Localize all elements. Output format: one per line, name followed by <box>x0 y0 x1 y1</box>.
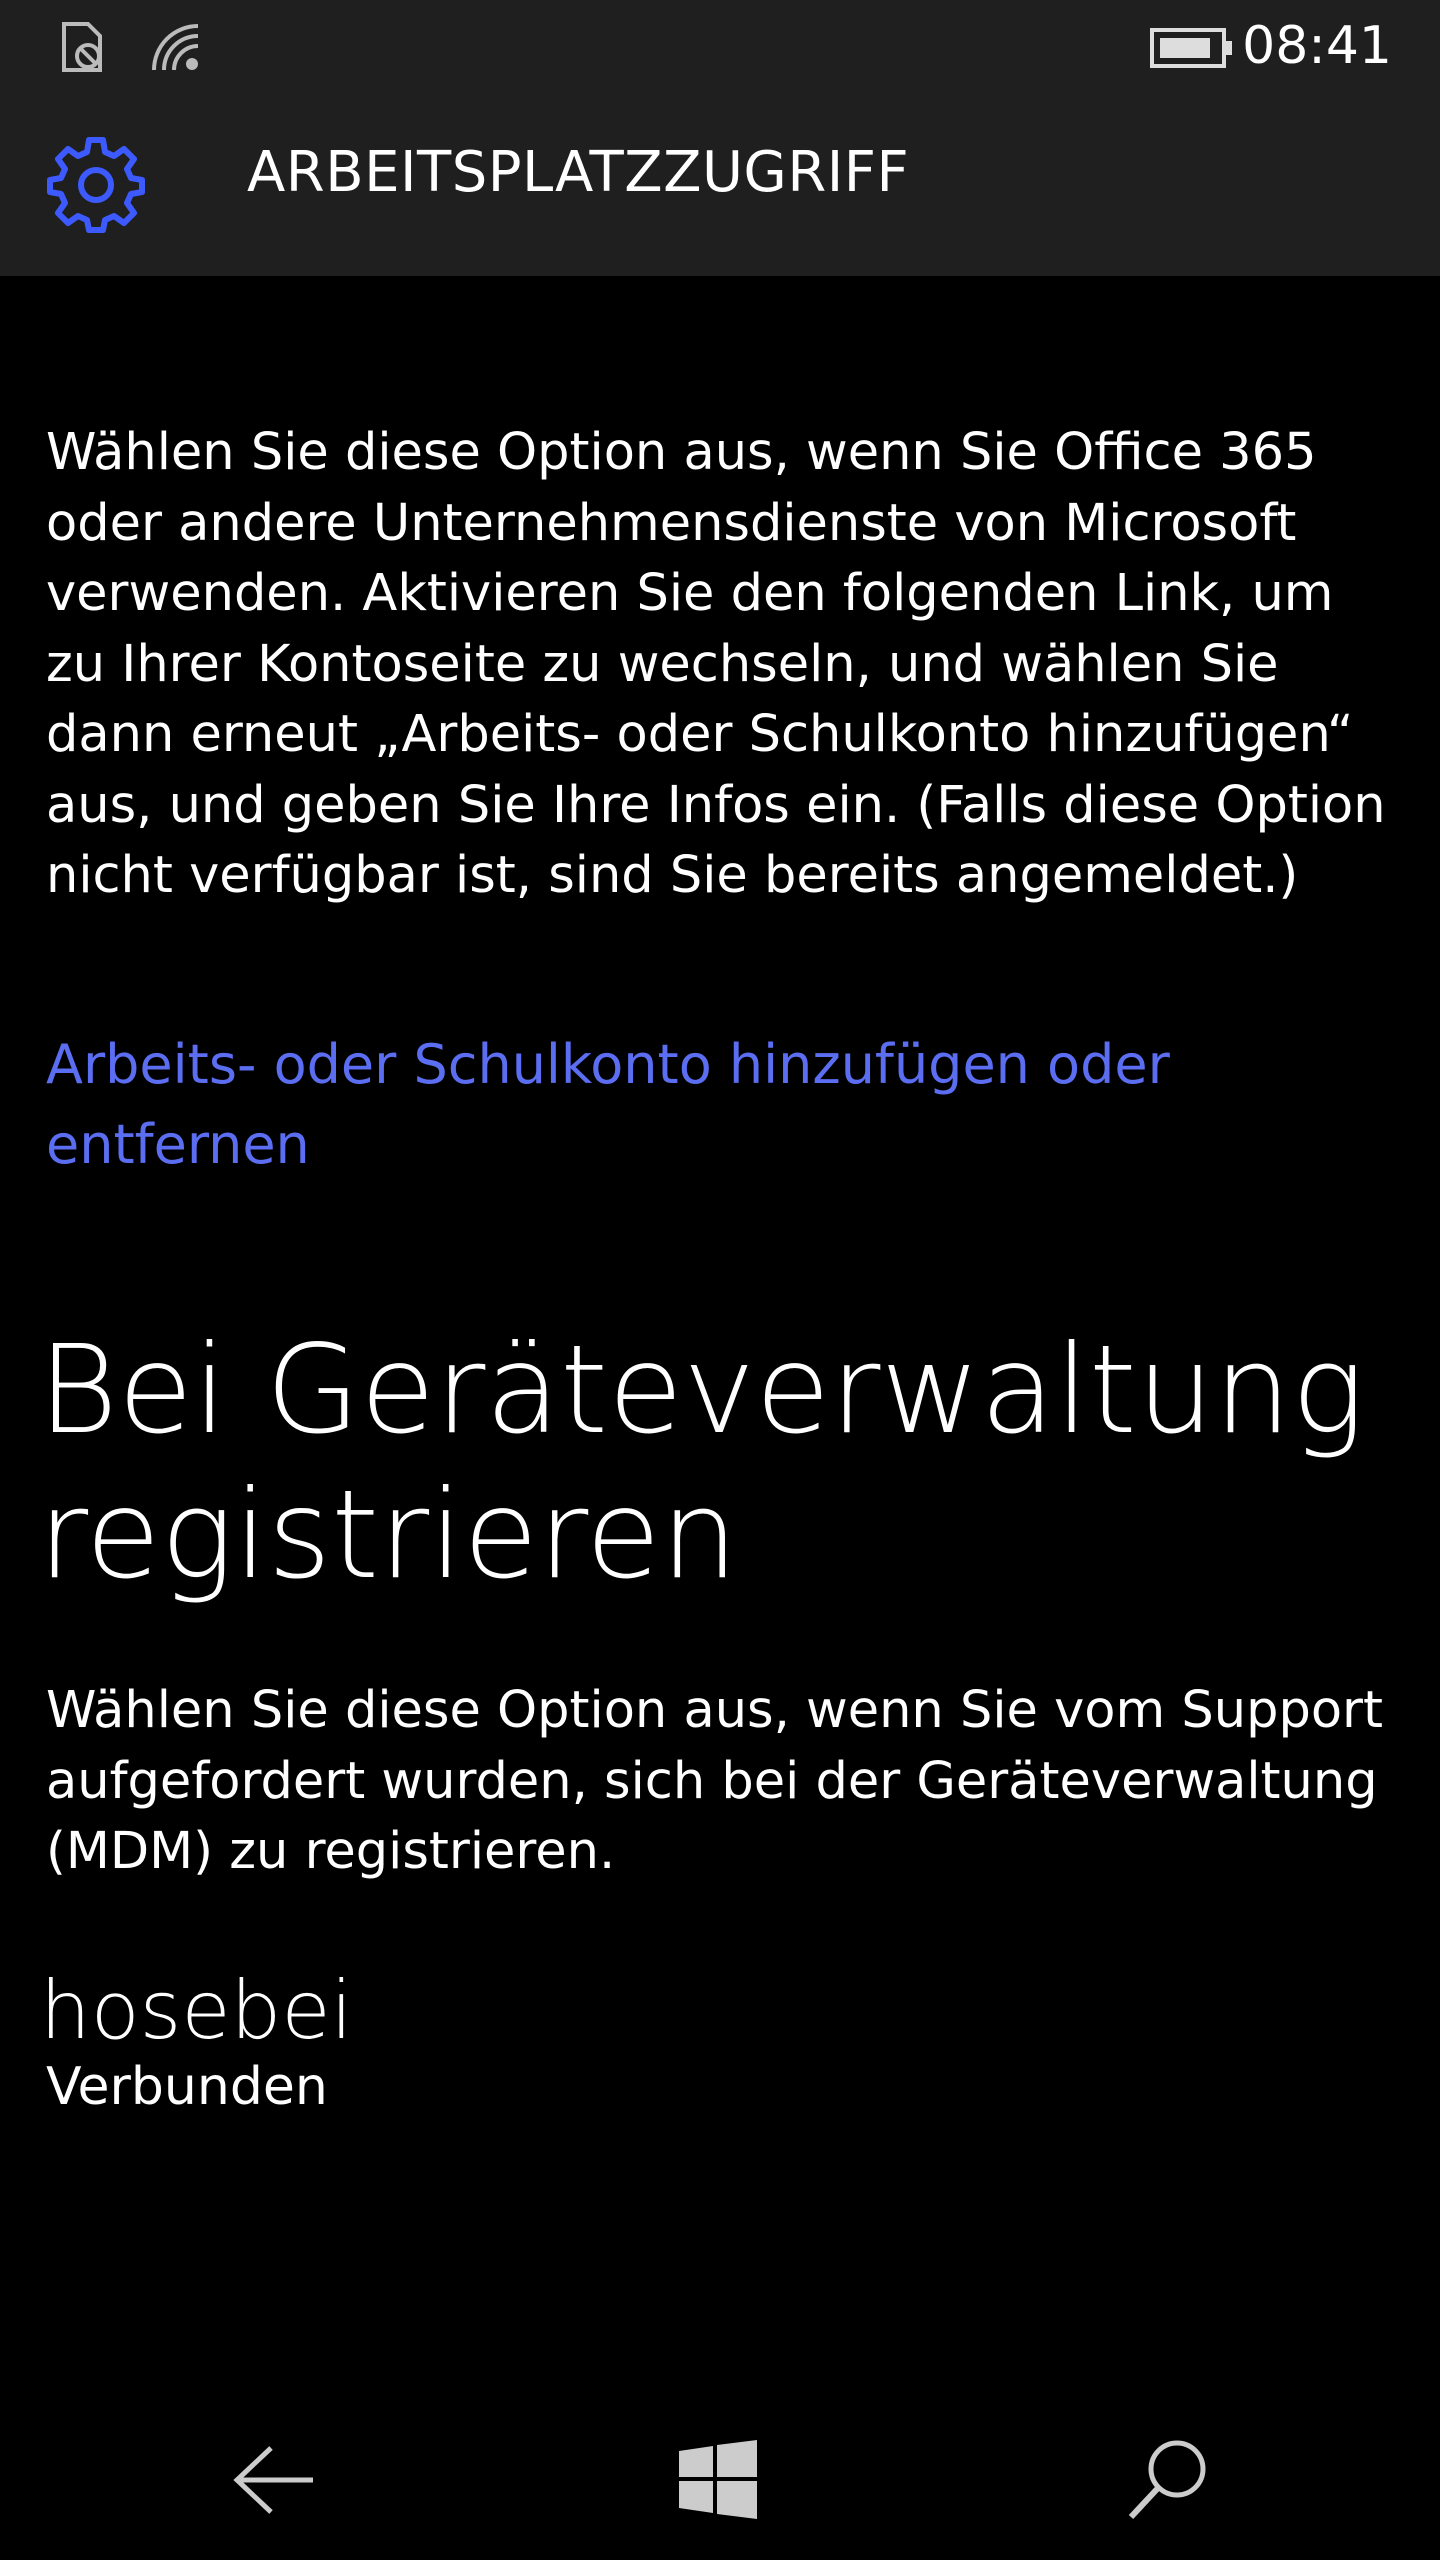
section-title: Bei Geräteverwaltung registrieren <box>38 1319 1365 1606</box>
search-button[interactable] <box>1108 2422 1228 2542</box>
status-time: 08:41 <box>1242 16 1392 76</box>
sim-absent-icon <box>58 20 108 78</box>
add-remove-work-account-link[interactable]: Arbeits- oder Schulkonto hinzufügen oder… <box>46 1025 1326 1185</box>
account-name: hosebei <box>40 1964 353 2057</box>
page-title: ARBEITSPLATZZUGRIFF <box>247 140 910 205</box>
status-icons <box>58 20 204 78</box>
account-status: Verbunden <box>46 2057 328 2117</box>
back-arrow-icon <box>227 2440 317 2524</box>
wifi-icon <box>148 20 204 78</box>
mdm-description: Wählen Sie diese Option aus, wenn Sie vo… <box>46 1681 1383 1881</box>
battery-icon <box>1150 28 1232 68</box>
search-icon <box>1123 2435 1213 2529</box>
work-access-description: Wählen Sie diese Option aus, wenn Sie Of… <box>46 423 1386 905</box>
status-bar: 08:41 <box>0 0 1440 96</box>
navigation-bar <box>0 2400 1440 2560</box>
gear-icon <box>46 134 146 234</box>
mdm-account-item[interactable]: hosebei Verbunden <box>40 1966 640 2118</box>
back-button[interactable] <box>212 2422 332 2542</box>
page-header: ARBEITSPLATZZUGRIFF <box>0 96 1440 276</box>
windows-logo-icon <box>677 2439 759 2525</box>
start-button[interactable] <box>658 2422 778 2542</box>
